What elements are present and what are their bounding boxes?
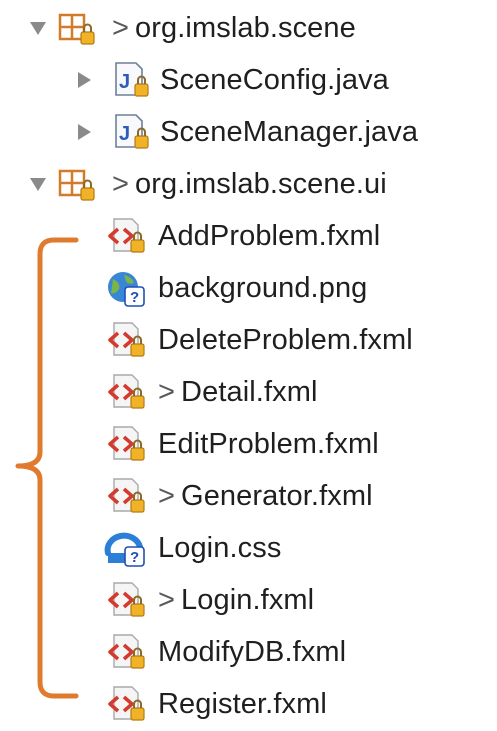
tree-item-label: background.png — [158, 262, 367, 314]
svg-text:J: J — [119, 71, 130, 93]
java-file-icon: J — [115, 114, 149, 149]
tree-file-item[interactable]: > Generator.fxml — [0, 470, 497, 522]
tree-item-label: > Detail.fxml — [158, 366, 318, 418]
tree-item-text: Login.css — [158, 532, 282, 564]
tree-item-text: Register.fxml — [158, 688, 327, 720]
tree-file-item[interactable]: ModifyDB.fxml — [0, 626, 497, 678]
disclosure-triangle-expanded-icon[interactable] — [28, 18, 48, 38]
tree-item-text: Generator.fxml — [181, 480, 373, 512]
tree-file-item[interactable]: > Detail.fxml — [0, 366, 497, 418]
java-file-icon: J — [115, 62, 149, 97]
dirty-marker: > — [112, 168, 130, 200]
xml-file-icon — [108, 322, 145, 357]
disclosure-triangle-collapsed-icon[interactable] — [74, 122, 94, 142]
tree-item-label: > Login.fxml — [158, 574, 314, 626]
tree-file-item[interactable]: EditProblem.fxml — [0, 418, 497, 470]
tree-package-org-imslab-scene[interactable]: > org.imslab.scene — [0, 2, 497, 54]
xml-file-icon — [108, 634, 145, 669]
tree-item-label: AddProblem.fxml — [158, 210, 380, 262]
tree-file-item[interactable]: > Login.fxml — [0, 574, 497, 626]
tree-file-item[interactable]: DeleteProblem.fxml — [0, 314, 497, 366]
tree-item-label: > org.imslab.scene — [112, 2, 356, 54]
dirty-marker: > — [158, 376, 176, 408]
tree-item-label: Register.fxml — [158, 678, 327, 730]
xml-file-icon — [108, 478, 145, 513]
dirty-marker: > — [112, 12, 130, 44]
tree-package-org-imslab-scene-ui[interactable]: > org.imslab.scene.ui — [0, 158, 497, 210]
svg-text:?: ? — [130, 549, 139, 566]
package-icon — [58, 169, 95, 201]
tree-file-item[interactable]: ? Login.css — [0, 522, 497, 574]
tree-item-text: ModifyDB.fxml — [158, 636, 347, 668]
disclosure-triangle-collapsed-icon[interactable] — [74, 70, 94, 90]
dirty-marker: > — [158, 480, 176, 512]
package-explorer-tree: > org.imslab.scene J SceneConfig.java J Scene… — [0, 0, 497, 731]
xml-file-icon — [108, 218, 145, 253]
svg-text:?: ? — [130, 289, 139, 306]
tree-item-text: Login.fxml — [181, 584, 315, 616]
tree-item-text: background.png — [158, 272, 368, 304]
xml-file-icon — [108, 582, 145, 617]
xml-file-icon — [108, 686, 145, 721]
tree-item-label: EditProblem.fxml — [158, 418, 379, 470]
xml-file-icon — [108, 374, 145, 409]
tree-item-text: Detail.fxml — [181, 376, 318, 408]
tree-file-item[interactable]: J SceneManager.java — [0, 106, 497, 158]
tree-file-item[interactable]: AddProblem.fxml — [0, 210, 497, 262]
tree-item-label: DeleteProblem.fxml — [158, 314, 413, 366]
tree-item-label: SceneManager.java — [160, 106, 418, 158]
tree-item-text: org.imslab.scene.ui — [135, 168, 387, 200]
tree-file-item[interactable]: Register.fxml — [0, 678, 497, 730]
tree-item-label: > Generator.fxml — [158, 470, 373, 522]
tree-item-label: ModifyDB.fxml — [158, 626, 346, 678]
disclosure-triangle-expanded-icon[interactable] — [28, 174, 48, 194]
css-file-icon: ? — [104, 532, 145, 567]
tree-file-item[interactable]: ? background.png — [0, 262, 497, 314]
tree-item-label: > org.imslab.scene.ui — [112, 158, 387, 210]
tree-item-label: Login.css — [158, 522, 281, 574]
tree-item-label: SceneConfig.java — [160, 54, 389, 106]
tree-item-text: SceneConfig.java — [160, 64, 389, 96]
dirty-marker: > — [158, 584, 176, 616]
image-file-icon: ? — [108, 272, 145, 307]
tree-item-text: AddProblem.fxml — [158, 220, 381, 252]
tree-file-item[interactable]: J SceneConfig.java — [0, 54, 497, 106]
xml-file-icon — [108, 426, 145, 461]
tree-item-text: DeleteProblem.fxml — [158, 324, 413, 356]
svg-text:J: J — [119, 123, 130, 145]
package-icon — [58, 13, 95, 45]
tree-item-text: EditProblem.fxml — [158, 428, 379, 460]
tree-item-text: SceneManager.java — [160, 116, 419, 148]
tree-item-text: org.imslab.scene — [135, 12, 356, 44]
